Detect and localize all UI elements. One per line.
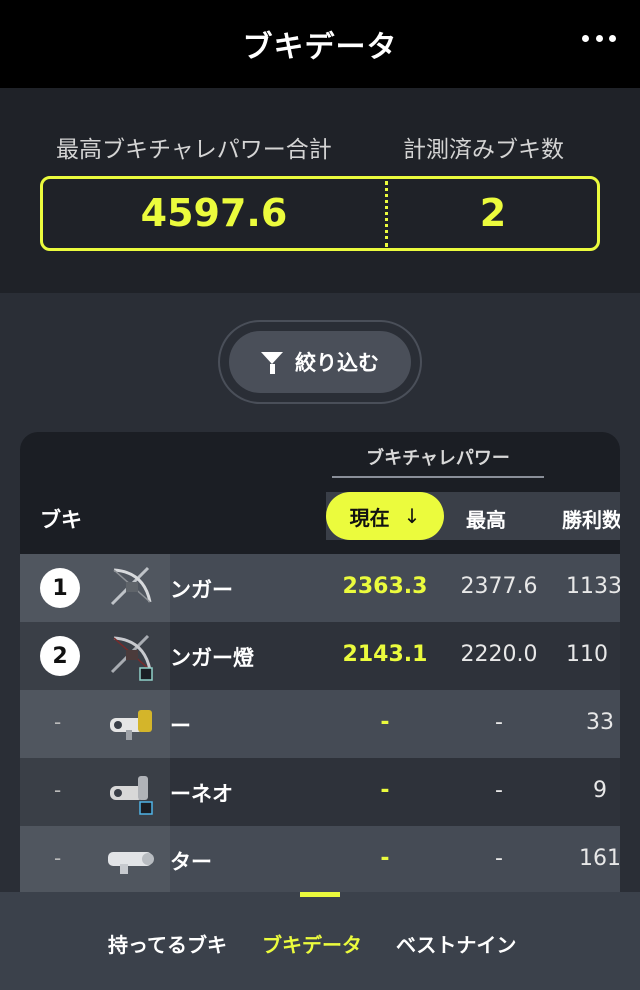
total-power-label: 最高ブキチャレパワー合計 <box>56 137 332 163</box>
rank-dash: - <box>54 710 62 734</box>
weapon-column-header: ブキ <box>40 508 82 532</box>
nav-tab-best-nine[interactable]: ベストナイン <box>396 929 516 958</box>
blaster-weapon-icon <box>110 776 153 815</box>
summary-box: 4597.6 2 <box>40 176 600 251</box>
max-power: - <box>495 710 503 735</box>
weapon-name: ンガー燈 <box>170 646 254 670</box>
more-menu-icon[interactable] <box>582 28 616 48</box>
filter-funnel-icon <box>261 352 283 374</box>
row-sticky-cell: 1 <box>20 554 170 622</box>
bow-weapon-icon <box>110 634 153 681</box>
max-power: 2220.0 <box>460 642 538 667</box>
bottom-nav: 持ってるブキ ブキデータ ベストナイン <box>0 892 640 990</box>
row-sticky-cell: - <box>20 690 170 758</box>
win-count: 9 <box>593 778 607 803</box>
weapon-name: ーネオ <box>170 782 233 806</box>
page-title: ブキデータ <box>242 30 398 65</box>
row-sticky-cell: - <box>20 758 170 826</box>
row-sticky-cell: - <box>20 826 170 892</box>
current-power: 2143.1 <box>342 642 428 667</box>
weapon-name: ター <box>170 850 212 874</box>
filter-button[interactable]: 絞り込む <box>229 331 411 393</box>
rank-dash: - <box>54 846 62 870</box>
weapon-table: ブキチャレパワー ブキ 現在 ↓ 最高 勝利数 1 ンガー 2363.3 237… <box>20 432 620 892</box>
table-row[interactable]: 1 ンガー 2363.3 2377.6 1133 <box>20 554 620 622</box>
max-power: - <box>495 846 503 871</box>
summary-panel: 最高ブキチャレパワー合計 計測済みブキ数 4597.6 2 <box>0 88 640 293</box>
table-row[interactable]: - ーネオ - - 9 <box>20 758 620 826</box>
sort-current-label: 現在 <box>349 505 390 530</box>
total-power-value: 4597.6 <box>140 191 288 235</box>
blaster-weapon-icon <box>110 710 152 740</box>
power-group-header: ブキチャレパワー <box>332 444 544 478</box>
table-row[interactable]: 2 ンガー燈 2143.1 2220.0 110 <box>20 622 620 690</box>
active-tab-indicator <box>300 892 340 897</box>
weapon-name: ー <box>170 714 191 738</box>
win-count: 33 <box>586 710 614 735</box>
win-count: 110 <box>566 642 608 667</box>
current-power: 2363.3 <box>342 574 428 599</box>
measured-count-value: 2 <box>479 191 507 235</box>
nav-tab-owned-weapons[interactable]: 持ってるブキ <box>108 929 227 958</box>
row-sticky-cell: 2 <box>20 622 170 690</box>
win-count: 161 <box>579 846 620 871</box>
rank-badge: 1 <box>40 568 80 608</box>
table-row[interactable]: - ー - - 33 <box>20 690 620 758</box>
filter-label: 絞り込む <box>295 351 379 375</box>
table-row[interactable]: - ター - - 161 <box>20 826 620 892</box>
bow-weapon-icon <box>110 566 152 606</box>
current-power: - <box>380 710 390 735</box>
max-power: - <box>495 778 503 803</box>
arrow-down-icon: ↓ <box>403 504 421 528</box>
sort-current-button[interactable]: 現在 ↓ <box>326 492 444 540</box>
nav-tab-weapon-data[interactable]: ブキデータ <box>262 929 362 958</box>
rank-dash: - <box>54 778 62 802</box>
rank-badge: 2 <box>40 636 80 676</box>
measured-count-label: 計測済みブキ数 <box>403 137 564 163</box>
max-power: 2377.6 <box>460 574 538 599</box>
filter-button-frame: 絞り込む <box>218 320 422 404</box>
app-header: ブキデータ <box>0 0 640 88</box>
weapon-name: ンガー <box>170 578 233 602</box>
launcher-weapon-icon <box>108 852 154 874</box>
sort-max-button[interactable]: 最高 <box>466 504 506 533</box>
current-power: - <box>380 778 390 803</box>
win-count: 1133 <box>566 574 620 599</box>
sort-wins-button[interactable]: 勝利数 <box>562 504 620 533</box>
current-power: - <box>380 846 390 871</box>
